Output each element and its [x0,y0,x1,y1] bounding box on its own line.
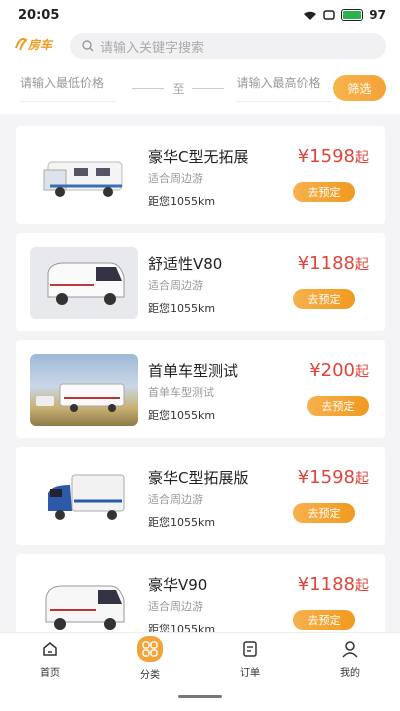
rv-card[interactable]: 豪华C型拓展版 适合周边游 距您1055km ¥1598起 去预定 [16,447,385,545]
status-bar: 20:05 97 [0,0,400,30]
rv-price: ¥1188起 [298,253,369,274]
range-sep-label: 至 [172,81,185,96]
book-button[interactable]: 去预定 [293,182,355,202]
tab-profile-label: 我的 [340,668,360,679]
order-icon [239,638,261,660]
rv-image [30,461,138,533]
status-icons: 97 [303,8,386,22]
logo-text: 房车 [27,38,54,52]
rv-price: ¥200起 [309,360,369,381]
wifi-icon [304,11,317,20]
rv-card[interactable]: 豪华C型无拓展 适合周边游 距您1055km ¥1598起 去预定 [16,126,385,224]
max-price-input[interactable]: 请输入最高价格 [236,74,333,102]
rv-price-value: ¥1188 [297,574,355,595]
home-icon [39,638,61,660]
rv-subtitle: 适合周边游 [148,600,203,613]
tab-home[interactable]: 首页 [20,638,80,679]
battery-level: 97 [369,8,386,22]
search-icon [82,40,94,52]
tab-category-label: 分类 [140,670,160,681]
tab-category[interactable]: 分类 [120,636,180,681]
min-price-input[interactable]: 请输入最低价格 [20,74,117,102]
tab-orders-label: 订单 [240,668,260,679]
book-button[interactable]: 去预定 [293,503,355,523]
book-button[interactable]: 去预定 [293,289,355,309]
rv-card[interactable]: 首单车型测试 首单车型测试 距您1055km ¥200起 去预定 [16,340,385,438]
status-time: 20:05 [18,7,60,23]
rv-price-value: ¥1598 [297,467,355,488]
rv-price-unit: 起 [355,471,369,487]
rv-price-value: ¥200 [309,360,355,381]
rv-price-value: ¥1598 [297,146,355,167]
rv-list: 豪华C型无拓展 适合周边游 距您1055km ¥1598起 去预定 舒适性V80… [16,126,385,661]
rv-subtitle: 适合周边游 [148,493,203,506]
rv-image [30,247,138,319]
rv-image [30,354,138,426]
tab-home-label: 首页 [40,668,60,679]
rv-distance: 距您1055km [148,302,216,315]
search-input[interactable]: 请输入关键字搜索 [70,33,386,59]
home-indicator [178,695,222,698]
filter-button[interactable]: 筛选 [332,75,387,101]
book-button[interactable]: 去预定 [293,610,355,630]
rv-subtitle: 适合周边游 [148,172,203,185]
rv-price-value: ¥1188 [297,253,355,274]
rv-title: 豪华C型拓展版 [148,469,249,487]
rv-image [30,568,138,640]
rv-image [30,140,138,212]
screen-icon [323,10,336,20]
book-button[interactable]: 去预定 [307,396,369,416]
rv-title: 舒适性V80 [148,255,223,273]
rv-price: ¥1598起 [298,467,369,488]
rv-price-unit: 起 [355,150,369,166]
rv-title: 豪华C型无拓展 [148,148,249,166]
category-icon [137,636,163,662]
rv-distance: 距您1055km [148,195,216,208]
rv-subtitle: 首单车型测试 [148,386,214,399]
rv-price-unit: 起 [355,364,369,380]
rv-title: 豪华V90 [148,576,208,594]
tab-orders[interactable]: 订单 [220,638,280,679]
rv-distance: 距您1055km [148,516,216,529]
app-logo: 房车 [14,34,70,58]
rv-card[interactable]: 舒适性V80 适合周边游 距您1055km ¥1188起 去预定 [16,233,385,331]
profile-icon [339,638,361,660]
tab-profile[interactable]: 我的 [320,638,380,679]
battery-icon [341,9,364,21]
search-placeholder: 请输入关键字搜索 [100,40,205,56]
rv-price: ¥1188起 [298,574,369,595]
rv-price: ¥1598起 [298,146,369,167]
rv-title: 首单车型测试 [148,362,239,380]
app-header: 房车 请输入关键字搜索 [0,30,400,62]
range-separator: 至 [132,80,225,97]
rv-price-unit: 起 [355,578,369,594]
price-filter-bar: 请输入最低价格 至 请输入最高价格 筛选 [0,62,400,114]
rv-distance: 距您1055km [148,409,216,422]
rv-subtitle: 适合周边游 [148,279,203,292]
bottom-tab-bar: 首页 分类 订单 我的 [0,632,400,684]
rv-price-unit: 起 [355,257,369,273]
